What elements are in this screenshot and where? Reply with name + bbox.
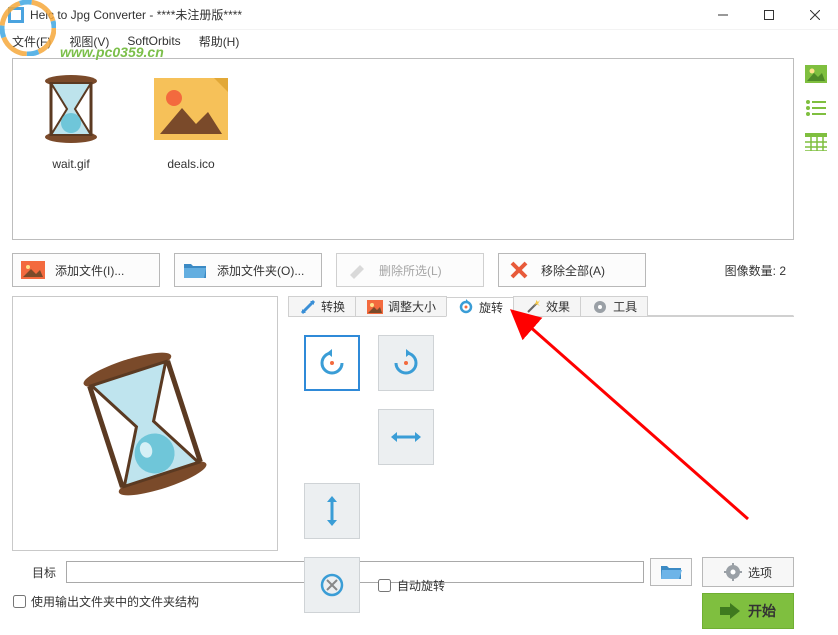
rotate-cw-icon [391, 348, 421, 378]
view-thumbnails-button[interactable] [802, 60, 830, 88]
thumb-item[interactable]: deals.ico [145, 69, 237, 171]
tab-convert-label: 转换 [321, 298, 345, 315]
flip-vertical-button[interactable] [304, 483, 360, 539]
image-icon [19, 259, 47, 281]
preview-image-hourglass [80, 349, 210, 499]
add-folder-button[interactable]: 添加文件夹(O)... [174, 253, 322, 287]
rotate-ccw-icon [317, 348, 347, 378]
auto-rotate-label: 自动旋转 [397, 577, 445, 594]
menu-file[interactable]: 文件(F) [6, 31, 57, 52]
preview-pane [12, 296, 278, 551]
annotation-arrow [488, 309, 788, 539]
thumbnails-icon [805, 65, 827, 83]
menu-softorbits[interactable]: SoftOrbits [121, 32, 186, 50]
arrows-icon [299, 298, 317, 316]
flip-h-icon [391, 427, 421, 447]
tab-rotate[interactable]: 旋转 [446, 297, 514, 317]
reset-icon [317, 570, 347, 600]
tab-resize[interactable]: 调整大小 [355, 296, 447, 316]
x-icon [505, 259, 533, 281]
remove-selected-button: 删除所选(L) [336, 253, 484, 287]
thumb-image-picture [151, 69, 231, 149]
menu-help[interactable]: 帮助(H) [193, 31, 246, 52]
rotate-panel: 自动旋转 [288, 317, 794, 623]
tab-rotate-label: 旋转 [479, 299, 503, 316]
wand-icon [524, 298, 542, 316]
tab-resize-label: 调整大小 [388, 298, 436, 315]
use-folder-structure-label: 使用输出文件夹中的文件夹结构 [31, 593, 199, 610]
add-files-label: 添加文件(I)... [55, 262, 124, 279]
close-button[interactable] [792, 0, 838, 30]
tab-tools[interactable]: 工具 [580, 296, 648, 316]
rotate-icon [457, 298, 475, 316]
reset-rotation-button[interactable] [304, 557, 360, 613]
remove-all-label: 移除全部(A) [541, 262, 605, 279]
tab-effects[interactable]: 效果 [513, 296, 581, 316]
remove-selected-label: 删除所选(L) [379, 262, 442, 279]
picture-icon [366, 298, 384, 316]
thumb-label: deals.ico [167, 157, 214, 171]
flip-v-icon [322, 496, 342, 526]
eraser-icon [343, 259, 371, 281]
thumb-image-hourglass [31, 69, 111, 149]
grid-icon [805, 133, 827, 151]
remove-all-button[interactable]: 移除全部(A) [498, 253, 646, 287]
list-icon [805, 99, 827, 117]
rotate-ccw-button[interactable] [304, 335, 360, 391]
menu-view[interactable]: 视图(V) [63, 31, 115, 52]
add-files-button[interactable]: 添加文件(I)... [12, 253, 160, 287]
thumbnail-area[interactable]: wait.gif deals.ico [12, 58, 794, 240]
window-title: Heic to Jpg Converter - ****未注册版**** [30, 6, 700, 23]
app-icon [8, 7, 24, 23]
tabs: 转换 调整大小 旋转 效果 [288, 296, 794, 317]
folder-icon [181, 259, 209, 281]
maximize-button[interactable] [746, 0, 792, 30]
auto-rotate-checkbox[interactable] [378, 579, 391, 592]
tab-effects-label: 效果 [546, 298, 570, 315]
gear-icon [591, 298, 609, 316]
image-count-label: 图像数量: 2 [725, 262, 794, 279]
tab-convert[interactable]: 转换 [288, 296, 356, 316]
minimize-button[interactable] [700, 0, 746, 30]
titlebar: Heic to Jpg Converter - ****未注册版**** [0, 0, 838, 30]
rotate-cw-button[interactable] [378, 335, 434, 391]
tab-tools-label: 工具 [613, 298, 637, 315]
flip-horizontal-button[interactable] [378, 409, 434, 465]
use-folder-structure-checkbox[interactable] [13, 595, 26, 608]
view-list-button[interactable] [802, 94, 830, 122]
view-details-button[interactable] [802, 128, 830, 156]
target-label: 目标 [12, 564, 60, 581]
thumb-item[interactable]: wait.gif [25, 69, 117, 171]
thumb-label: wait.gif [52, 157, 89, 171]
menubar: 文件(F) 视图(V) SoftOrbits 帮助(H) [0, 30, 838, 52]
add-folder-label: 添加文件夹(O)... [217, 262, 304, 279]
